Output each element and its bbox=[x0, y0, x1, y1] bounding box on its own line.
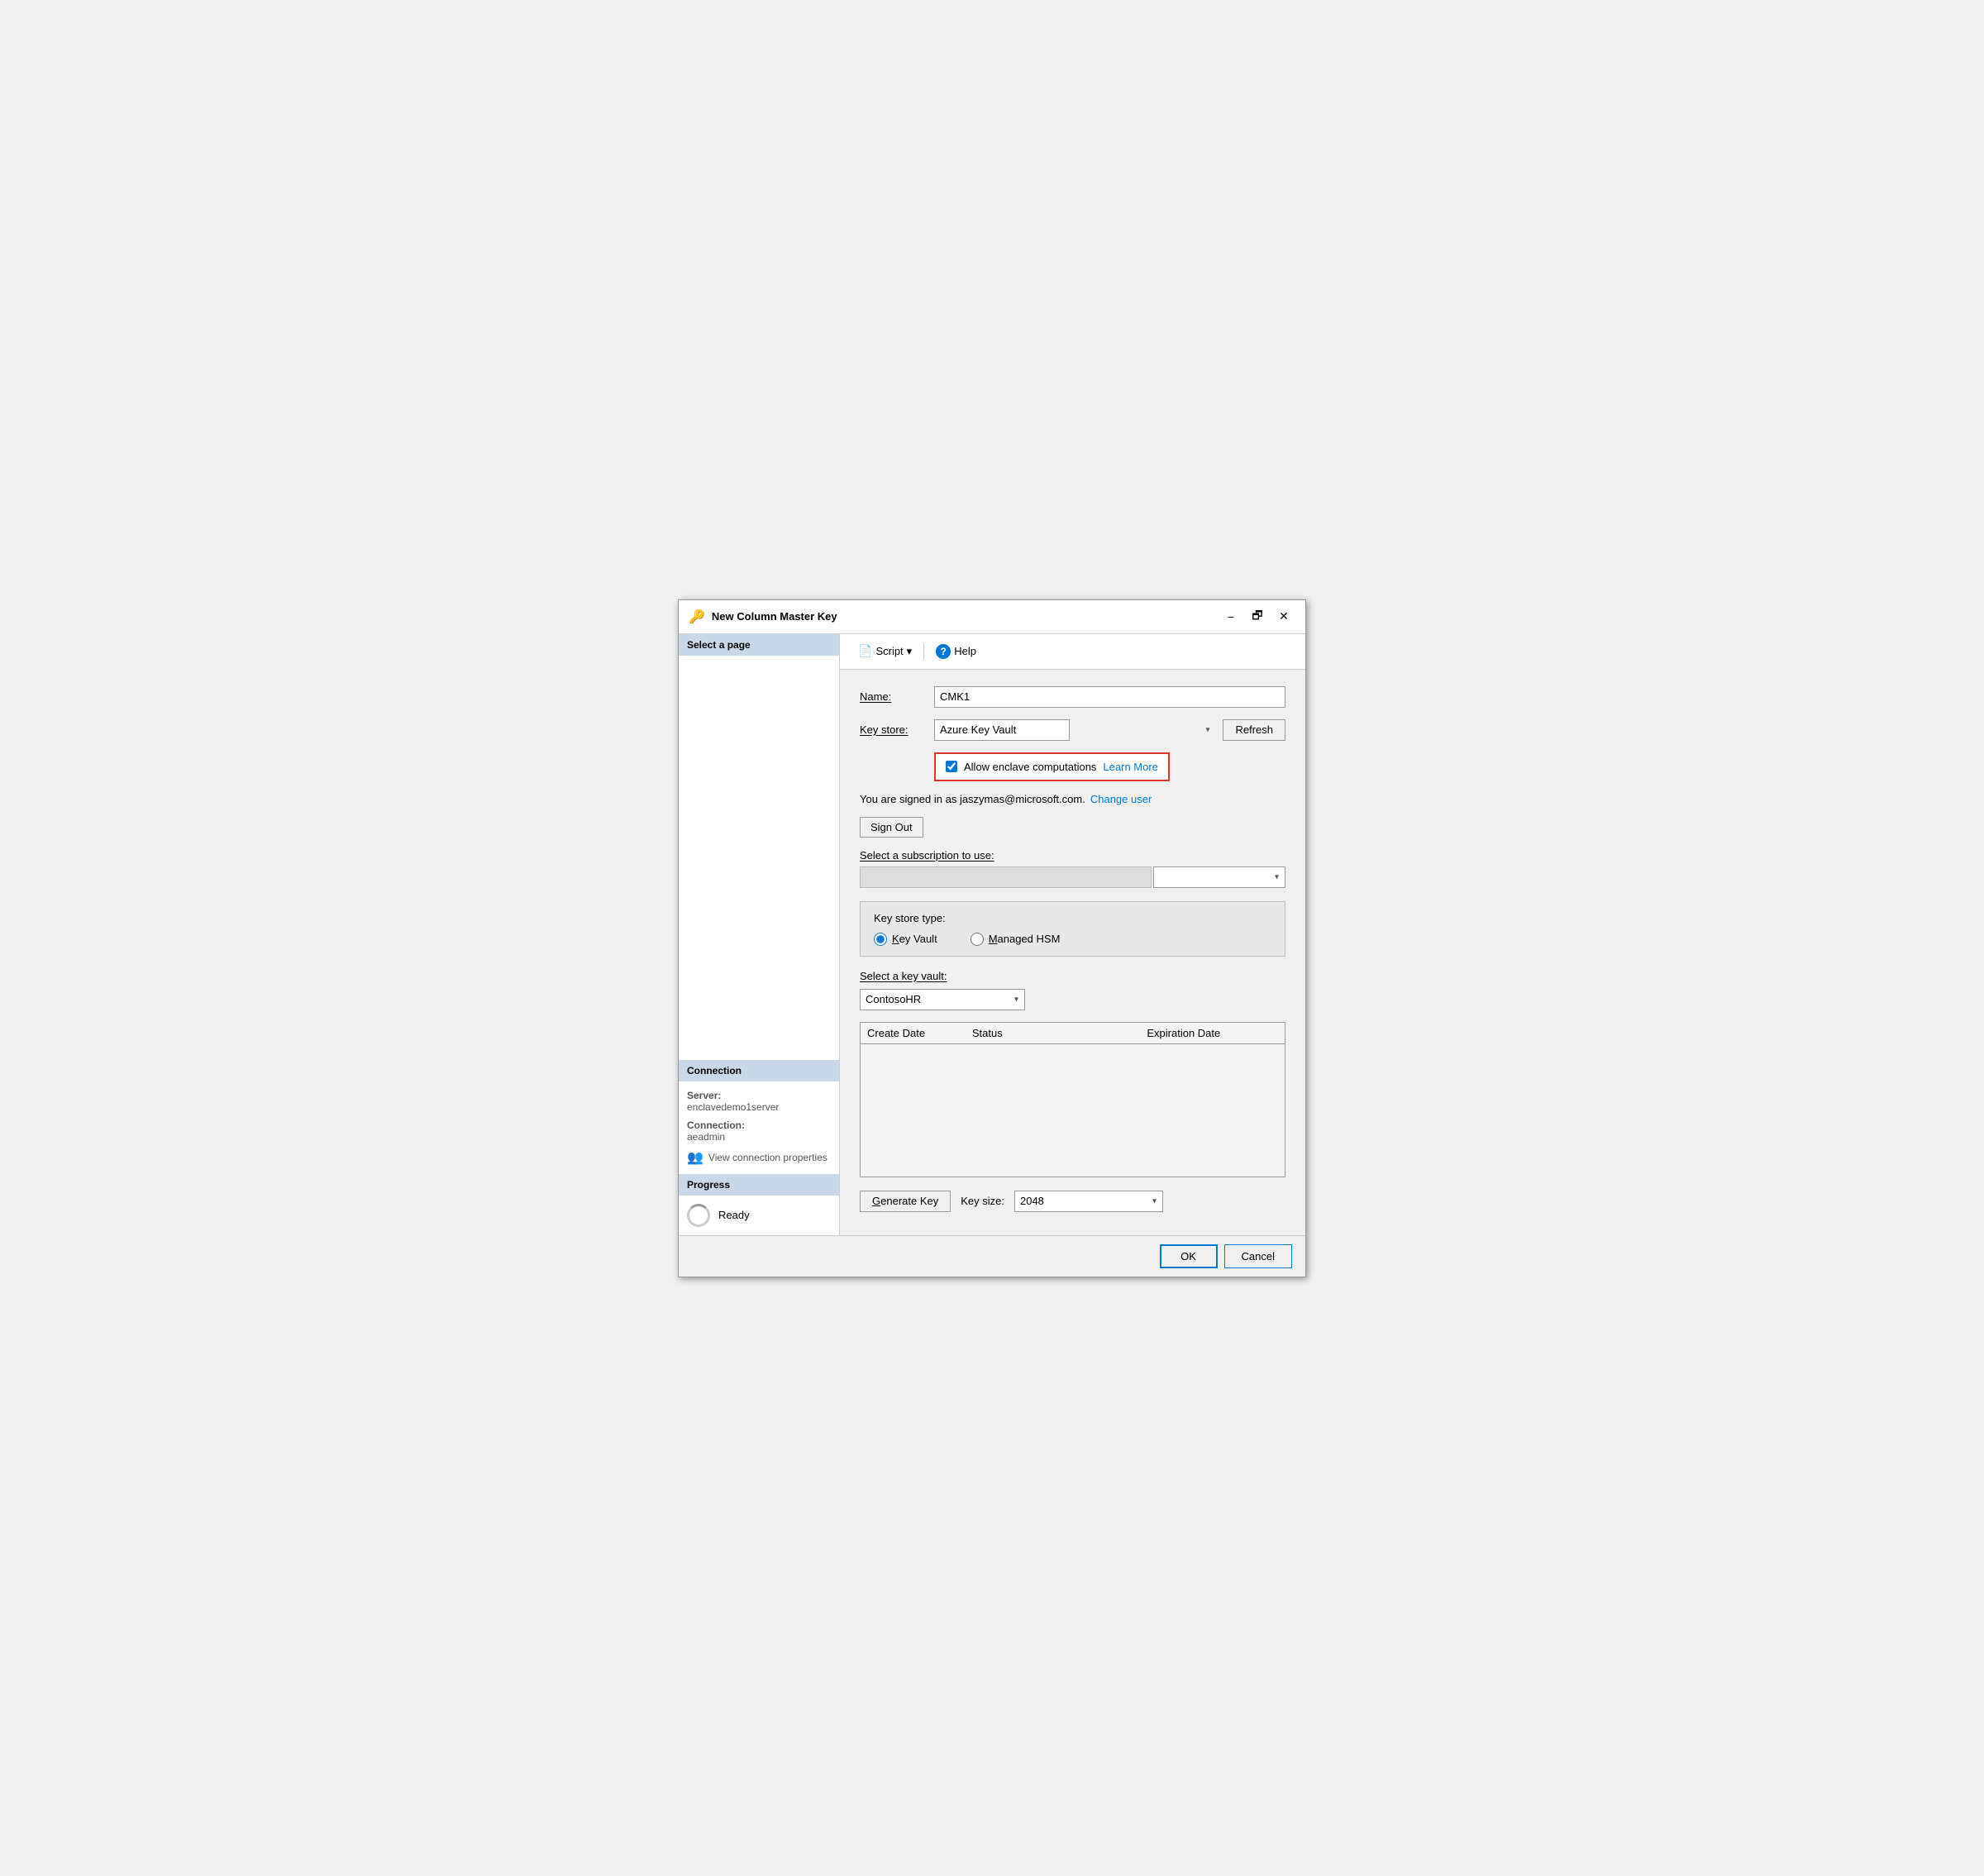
toolbar: 📄 Script ▾ ? Help bbox=[840, 634, 1305, 670]
subscription-select[interactable] bbox=[1153, 866, 1285, 888]
restore-button[interactable]: 🗗 bbox=[1246, 607, 1269, 627]
ok-button[interactable]: OK bbox=[1160, 1244, 1218, 1268]
col-create-date: Create Date bbox=[867, 1027, 972, 1039]
connection-label: Connection: bbox=[687, 1119, 831, 1131]
key-store-select-wrapper: Azure Key Vault Windows Certificate Stor… bbox=[934, 719, 1216, 741]
radio-key-vault-label: Key Vault bbox=[892, 933, 937, 945]
key-store-row: Key store: Azure Key Vault Windows Certi… bbox=[860, 719, 1285, 741]
connection-value: aeadmin bbox=[687, 1131, 831, 1143]
name-label: Name: bbox=[860, 690, 934, 703]
title-bar: 🔑 New Column Master Key − 🗗 ✕ bbox=[679, 600, 1305, 634]
radio-managed-hsm-input[interactable] bbox=[971, 933, 984, 946]
keys-table: Create Date Status Expiration Date bbox=[860, 1022, 1285, 1177]
minimize-button[interactable]: − bbox=[1219, 607, 1242, 627]
sidebar-connection-header: Connection bbox=[679, 1060, 839, 1081]
sidebar-connection-info: Server: enclavedemo1server Connection: a… bbox=[679, 1081, 839, 1174]
toolbar-separator bbox=[923, 643, 924, 660]
allow-enclave-checkbox[interactable] bbox=[946, 761, 957, 772]
radio-managed-hsm-label: Managed HSM bbox=[989, 933, 1061, 945]
script-dropdown-icon: ▾ bbox=[907, 645, 913, 658]
select-key-vault-label: Select a key vault: bbox=[860, 970, 1285, 982]
script-label: Script bbox=[875, 645, 903, 657]
cancel-button[interactable]: Cancel bbox=[1224, 1244, 1292, 1268]
view-connection-properties-link[interactable]: 👥 View connection properties bbox=[687, 1149, 831, 1166]
bottom-row: Generate Key Key size: 1024 2048 4096 ▾ bbox=[860, 1191, 1285, 1212]
sign-out-button[interactable]: Sign Out bbox=[860, 817, 923, 838]
generate-key-button[interactable]: Generate Key bbox=[860, 1191, 951, 1212]
radio-row: Key Vault Managed HSM bbox=[874, 933, 1271, 946]
keystore-type-label: Key store type: bbox=[874, 912, 1271, 924]
sidebar-progress: Ready bbox=[679, 1196, 839, 1235]
keystore-type-box: Key store type: Key Vault Managed HSM bbox=[860, 901, 1285, 957]
keys-table-body bbox=[861, 1044, 1285, 1177]
sidebar-pages-header: Select a page bbox=[679, 634, 839, 656]
main-content: 📄 Script ▾ ? Help Name: bbox=[840, 634, 1305, 1235]
view-connection-label: View connection properties bbox=[708, 1152, 827, 1163]
subscription-left-area bbox=[860, 866, 1152, 888]
name-input[interactable] bbox=[934, 686, 1285, 708]
server-value: enclavedemo1server bbox=[687, 1101, 831, 1113]
progress-status: Ready bbox=[718, 1209, 750, 1221]
subscription-right-wrapper: ▾ bbox=[1153, 866, 1285, 888]
key-store-select[interactable]: Azure Key Vault Windows Certificate Stor… bbox=[934, 719, 1070, 741]
footer: OK Cancel bbox=[679, 1235, 1305, 1277]
radio-key-vault-input[interactable] bbox=[874, 933, 887, 946]
script-button[interactable]: 📄 Script ▾ bbox=[853, 641, 917, 661]
sidebar: Select a page Connection Server: enclave… bbox=[679, 634, 840, 1235]
key-store-label: Key store: bbox=[860, 723, 934, 736]
name-row: Name: bbox=[860, 686, 1285, 708]
help-button[interactable]: ? Help bbox=[931, 641, 981, 662]
signed-in-text: You are signed in as jaszymas@microsoft.… bbox=[860, 793, 1085, 805]
content-area: Select a page Connection Server: enclave… bbox=[679, 634, 1305, 1235]
key-store-chevron-icon: ▾ bbox=[1205, 725, 1209, 734]
window-icon: 🔑 bbox=[689, 609, 705, 625]
key-vault-select[interactable]: ContosoHR Other Vault bbox=[860, 989, 1025, 1010]
key-size-label: Key size: bbox=[961, 1195, 1004, 1207]
sidebar-pages-content bbox=[679, 656, 839, 1060]
col-expiration-date: Expiration Date bbox=[1147, 1027, 1278, 1039]
script-icon: 📄 bbox=[858, 644, 872, 658]
keys-table-header: Create Date Status Expiration Date bbox=[861, 1023, 1285, 1044]
progress-spinner bbox=[687, 1204, 710, 1227]
key-size-select[interactable]: 1024 2048 4096 bbox=[1014, 1191, 1163, 1212]
sidebar-progress-header: Progress bbox=[679, 1174, 839, 1196]
form-area: Name: Key store: Azure Key Vault Windows… bbox=[840, 670, 1305, 1235]
help-label: Help bbox=[954, 645, 976, 657]
enclave-box: Allow enclave computations Learn More bbox=[934, 752, 1170, 781]
window-title: New Column Master Key bbox=[712, 610, 1219, 623]
learn-more-link[interactable]: Learn More bbox=[1103, 761, 1157, 773]
subscription-row: ▾ bbox=[860, 866, 1285, 888]
server-label: Server: bbox=[687, 1090, 831, 1101]
radio-key-vault-option[interactable]: Key Vault bbox=[874, 933, 937, 946]
people-icon: 👥 bbox=[687, 1149, 703, 1166]
key-size-select-wrapper: 1024 2048 4096 ▾ bbox=[1014, 1191, 1163, 1212]
help-icon: ? bbox=[936, 644, 951, 659]
signed-in-row: You are signed in as jaszymas@microsoft.… bbox=[860, 793, 1285, 805]
window-controls: − 🗗 ✕ bbox=[1219, 607, 1295, 627]
select-subscription-label: Select a subscription to use: bbox=[860, 849, 1285, 862]
key-vault-select-wrapper: ContosoHR Other Vault ▾ bbox=[860, 989, 1025, 1010]
close-button[interactable]: ✕ bbox=[1272, 607, 1295, 627]
allow-enclave-label[interactable]: Allow enclave computations bbox=[964, 761, 1096, 773]
radio-managed-hsm-option[interactable]: Managed HSM bbox=[971, 933, 1061, 946]
dialog-window: 🔑 New Column Master Key − 🗗 ✕ Select a p… bbox=[678, 599, 1306, 1277]
col-status: Status bbox=[972, 1027, 1147, 1039]
refresh-button[interactable]: Refresh bbox=[1223, 719, 1285, 741]
change-user-link[interactable]: Change user bbox=[1090, 793, 1152, 805]
